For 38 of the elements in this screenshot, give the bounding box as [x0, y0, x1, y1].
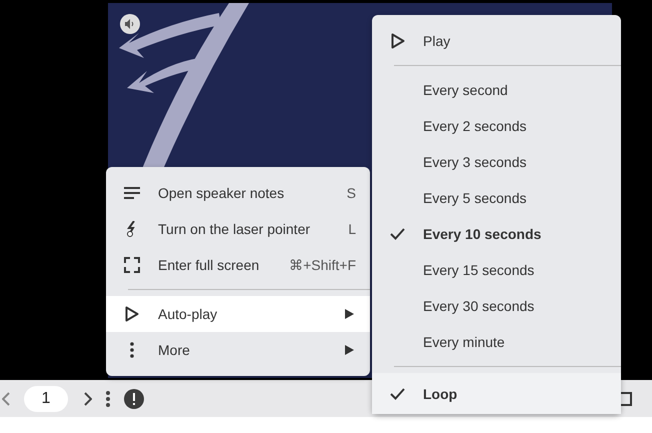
shortcut-label: L	[348, 221, 356, 237]
interval-item[interactable]: Every 5 seconds	[423, 190, 607, 206]
play-icon	[125, 306, 139, 322]
interval-item[interactable]: Every second	[423, 82, 607, 98]
expand-icon	[124, 257, 140, 273]
checkmark-icon	[390, 388, 405, 400]
vertical-dots-icon	[130, 342, 134, 358]
more-options-icon[interactable]	[106, 390, 110, 406]
menu-item-label: More	[158, 342, 191, 358]
submenu-arrow-icon	[345, 345, 354, 355]
submenu-arrow-icon	[345, 309, 354, 319]
play-icon	[390, 33, 404, 49]
shortcut-label: S	[346, 185, 356, 201]
interval-item[interactable]: Every 15 seconds	[423, 262, 607, 278]
next-icon[interactable]	[84, 392, 92, 406]
menu-item[interactable]: Open speaker notes S	[106, 175, 370, 211]
interval-item[interactable]: Every 10 seconds	[423, 226, 607, 242]
shortcut-label: ⌘+Shift+F	[289, 257, 356, 273]
play-item[interactable]: Play	[423, 33, 607, 49]
interval-item[interactable]: Every 3 seconds	[423, 154, 607, 170]
laser-pointer-icon	[127, 221, 137, 237]
speaker-icon[interactable]	[120, 14, 140, 34]
menu-item-label: Open speaker notes	[158, 185, 286, 201]
menu-item-label: Turn on the laser pointer	[158, 221, 312, 237]
interval-item[interactable]: Every minute	[423, 334, 607, 350]
interval-item[interactable]: Every 2 seconds	[423, 118, 607, 134]
menu-item-label: Enter full screen	[158, 257, 260, 273]
lines-icon	[124, 187, 140, 199]
interval-item[interactable]: Every 30 seconds	[423, 298, 607, 314]
previous-icon[interactable]	[2, 392, 10, 406]
alert-icon[interactable]	[124, 388, 144, 408]
loop-item[interactable]: Loop	[372, 373, 621, 414]
menu-item[interactable]: Auto-play	[106, 296, 370, 332]
menu-item[interactable]: Turn on the laser pointer L	[106, 211, 370, 247]
menu-item[interactable]: More	[106, 332, 370, 368]
page-number-field[interactable]: 1	[24, 386, 68, 412]
menu-item-label: Auto-play	[158, 306, 218, 322]
menu-item[interactable]: Enter full screen ⌘+Shift+F	[106, 247, 370, 283]
